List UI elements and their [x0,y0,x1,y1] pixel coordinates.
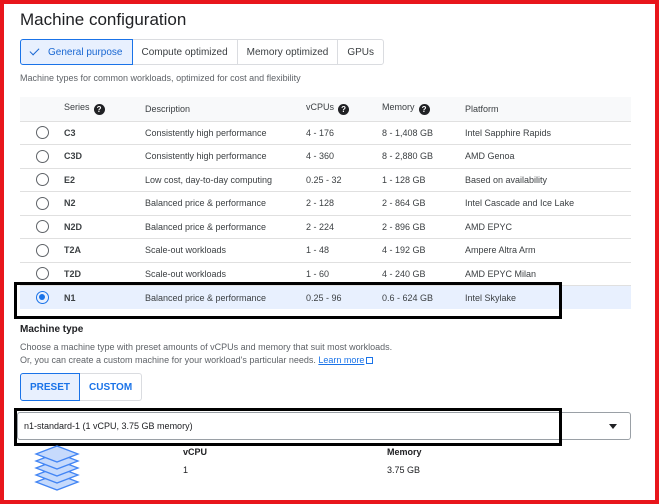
cell-series: N2 [64,191,145,215]
vcpu-value: 1 [183,465,189,475]
radio-button[interactable] [36,267,49,281]
cell-vcpus: 4 - 360 [306,144,382,168]
preset-button[interactable]: PRESET [20,373,81,401]
cell-platform: Based on availability [465,167,631,192]
machine-series-table: Series? Description vCPUs? Memory? Platf… [20,97,631,309]
column-header-vcpus: vCPUs? [306,97,382,121]
cell-platform: Ampere Altra Arm [465,238,631,262]
cell-memory: 8 - 2,880 GB [382,144,465,168]
tab-label: GPUs [347,46,375,58]
radio-button[interactable] [36,196,49,210]
cell-series: C3D [64,144,145,168]
cell-vcpus: 2 - 128 [306,191,382,215]
table-header-row: Series? Description vCPUs? Memory? Platf… [20,97,631,121]
cell-memory: 1 - 128 GB [382,167,465,192]
cell-description: Scale-out workloads [145,238,306,262]
tab-label: Compute optimized [141,46,228,58]
memory-value: 3.75 GB [387,465,421,475]
check-icon [29,45,40,56]
machine-type-label: Machine type [20,324,84,335]
tab-label: General purpose [48,46,123,58]
cell-description: Low cost, day-to-day computing [145,167,306,192]
table-row[interactable]: N2 Balanced price & performance 2 - 128 … [20,191,631,215]
cell-memory: 8 - 1,408 GB [382,120,465,145]
tab-compute-optimized[interactable]: Compute optimized [131,39,238,65]
tab-description: Machine types for common workloads, opti… [20,73,301,83]
learn-more-link[interactable]: Learn more [318,355,364,365]
column-header-series: Series? [64,97,145,121]
cell-platform: AMD Genoa [465,144,631,168]
table-row[interactable]: C3 Consistently high performance 4 - 176… [20,120,631,145]
cell-platform: Intel Cascade and Ice Lake [465,191,631,215]
machine-type-mode-toggle: PRESET CUSTOM [20,373,143,401]
cell-memory: 4 - 192 GB [382,238,465,262]
caret-down-icon [609,424,617,429]
radio-button[interactable] [36,126,49,140]
cell-platform: AMD EPYC [465,214,631,239]
table-row[interactable]: T2A Scale-out workloads 1 - 48 4 - 192 G… [20,238,631,262]
radio-button[interactable] [36,173,49,187]
tab-gpus[interactable]: GPUs [337,39,385,65]
help-icon[interactable]: ? [418,104,430,116]
cell-description: Balanced price & performance [145,191,306,215]
cell-vcpus: 2 - 224 [306,214,382,239]
radio-button[interactable] [36,149,49,163]
layers-stack-icon [34,445,80,491]
cell-vcpus: 1 - 48 [306,238,382,262]
table-row[interactable]: C3D Consistently high performance 4 - 36… [20,144,631,168]
cell-series: T2A [64,238,145,262]
cell-description: Consistently high performance [145,144,306,168]
help-icon[interactable]: ? [338,104,350,116]
table-row[interactable]: N2D Balanced price & performance 2 - 224… [20,214,631,239]
cell-platform: Intel Sapphire Rapids [465,120,631,145]
external-link-icon [366,357,374,364]
table-row[interactable]: E2 Low cost, day-to-day computing 0.25 -… [20,167,631,192]
memory-header: Memory [387,447,422,457]
vcpu-header: vCPU [183,447,208,457]
cell-vcpus: 4 - 176 [306,120,382,145]
cell-series: E2 [64,167,145,192]
radio-button[interactable] [36,243,49,257]
radio-button[interactable] [36,220,49,234]
cell-description: Consistently high performance [145,120,306,145]
help-icon[interactable]: ? [93,104,105,116]
column-header-memory: Memory? [382,97,465,121]
cell-memory: 2 - 864 GB [382,191,465,215]
section-title: Machine configuration [20,10,187,29]
column-header-platform: Platform [465,97,631,121]
cell-series: N2D [64,214,145,239]
machine-type-description: Choose a machine type with preset amount… [20,342,393,365]
column-header-description: Description [145,97,306,121]
tab-label: Memory optimized [246,46,329,58]
cell-memory: 2 - 896 GB [382,214,465,239]
cell-vcpus: 0.25 - 32 [306,167,382,192]
annotation-box-n1-row [14,282,562,319]
machine-family-tabs: General purpose Compute optimized Memory… [20,39,385,65]
cell-series: C3 [64,120,145,145]
tab-general-purpose[interactable]: General purpose [20,39,133,65]
tab-memory-optimized[interactable]: Memory optimized [236,39,339,65]
annotation-box-machine-type [14,408,562,446]
custom-button[interactable]: CUSTOM [79,373,143,401]
cell-description: Balanced price & performance [145,214,306,239]
